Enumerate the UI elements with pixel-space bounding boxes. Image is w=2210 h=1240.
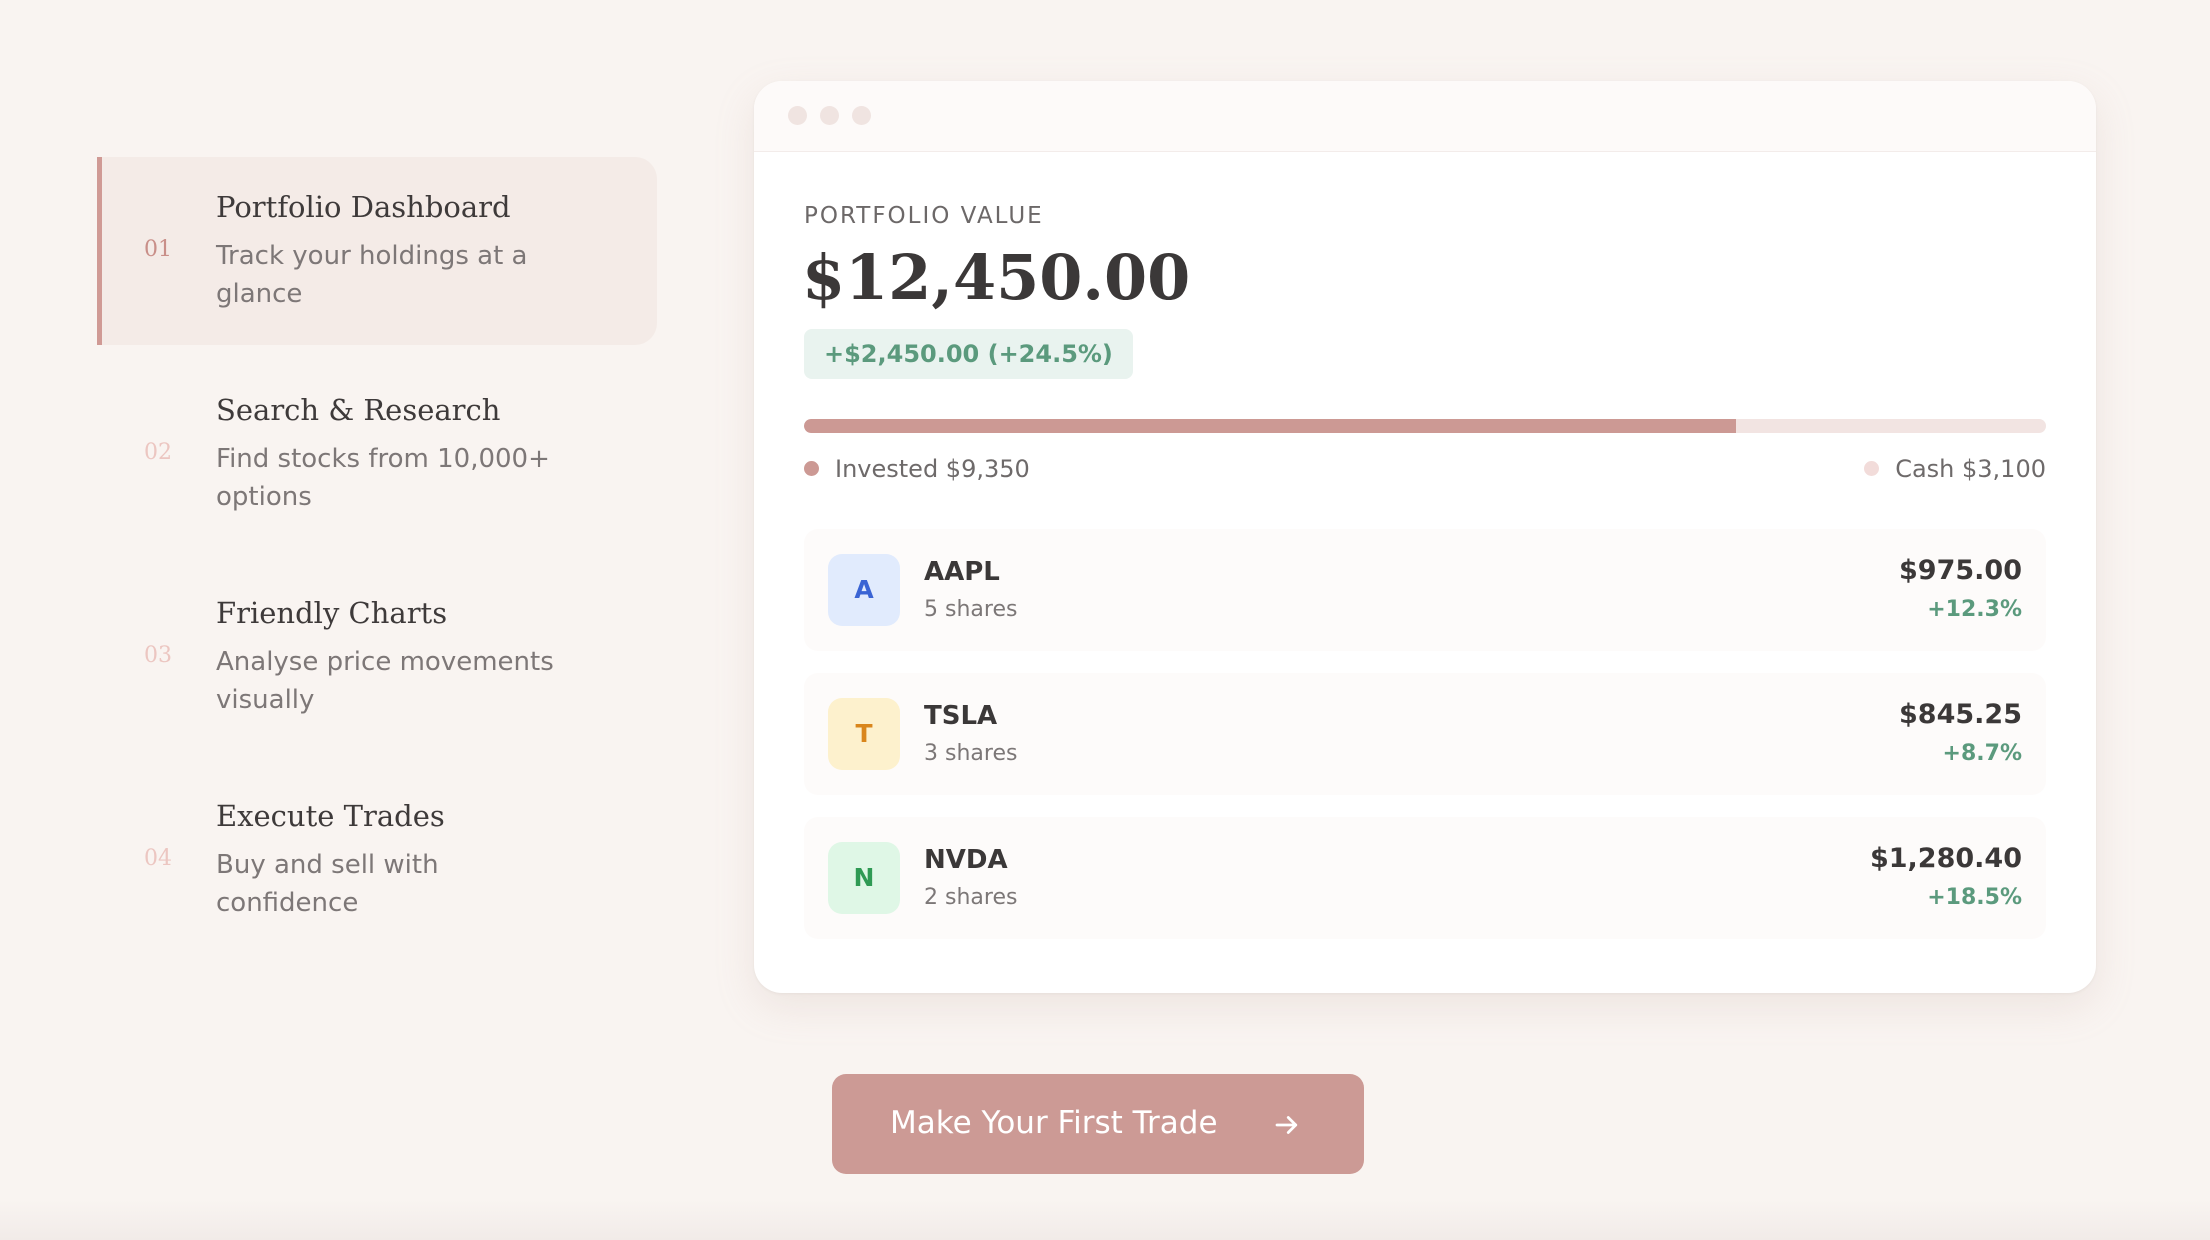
portfolio-card: PORTFOLIO VALUE $12,450.00 +$2,450.00 (+… bbox=[754, 81, 2096, 993]
window-header bbox=[754, 81, 2096, 152]
step-description: Analyse price movements visually bbox=[216, 647, 554, 715]
feature-steps: 01 Portfolio Dashboard Track your holdin… bbox=[97, 157, 657, 969]
legend-cash-label: Cash $3,100 bbox=[1895, 455, 2046, 483]
legend-invested: Invested $9,350 bbox=[804, 453, 1030, 485]
holding-value: $1,280.40 bbox=[1869, 843, 2022, 874]
step-portfolio-dashboard[interactable]: 01 Portfolio Dashboard Track your holdin… bbox=[97, 157, 657, 345]
step-number: 04 bbox=[144, 846, 172, 871]
legend-cash: Cash $3,100 bbox=[1864, 453, 2046, 485]
arrow-right-icon bbox=[1275, 1116, 1298, 1134]
share-count: 2 shares bbox=[924, 885, 1018, 910]
step-number: 03 bbox=[144, 643, 172, 668]
step-description: Track your holdings at a glance bbox=[216, 241, 528, 309]
holding-change: +8.7% bbox=[1942, 741, 2022, 766]
step-number: 02 bbox=[144, 440, 172, 465]
step-title: Execute Trades bbox=[216, 799, 445, 833]
holding-row[interactable]: A AAPL 5 shares $975.00 +12.3% bbox=[804, 529, 2046, 651]
portfolio-value: $12,450.00 bbox=[802, 241, 1191, 314]
step-description: Buy and sell with confidence bbox=[216, 850, 439, 918]
legend-invested-label: Invested $9,350 bbox=[835, 455, 1030, 483]
allocation-bar bbox=[804, 419, 2046, 433]
window-dot bbox=[820, 106, 839, 125]
page-bottom-shade bbox=[0, 1200, 2210, 1240]
share-count: 5 shares bbox=[924, 597, 1018, 622]
step-number: 01 bbox=[144, 237, 172, 262]
step-title: Search & Research bbox=[216, 393, 501, 427]
portfolio-value-label: PORTFOLIO VALUE bbox=[804, 203, 1044, 229]
holdings-list: A AAPL 5 shares $975.00 +12.3% T TSLA 3 … bbox=[804, 529, 2046, 961]
cash-dot-icon bbox=[1864, 460, 1880, 476]
ticker-avatar: T bbox=[828, 698, 900, 770]
holding-row[interactable]: N NVDA 2 shares $1,280.40 +18.5% bbox=[804, 817, 2046, 939]
make-first-trade-button[interactable]: Make Your First Trade bbox=[832, 1074, 1364, 1174]
holding-row[interactable]: T TSLA 3 shares $845.25 +8.7% bbox=[804, 673, 2046, 795]
holding-value: $975.00 bbox=[1899, 555, 2022, 586]
ticker-avatar: N bbox=[828, 842, 900, 914]
ticker-symbol: TSLA bbox=[924, 701, 998, 731]
share-count: 3 shares bbox=[924, 741, 1018, 766]
allocation-bar-invested bbox=[804, 419, 1736, 433]
ticker-symbol: AAPL bbox=[924, 557, 1000, 587]
ticker-symbol: NVDA bbox=[924, 845, 1008, 875]
step-title: Portfolio Dashboard bbox=[216, 190, 511, 224]
step-description: Find stocks from 10,000+ options bbox=[216, 444, 550, 512]
step-title: Friendly Charts bbox=[216, 596, 448, 630]
step-friendly-charts[interactable]: 03 Friendly Charts Analyse price movemen… bbox=[97, 563, 657, 751]
portfolio-change-badge: +$2,450.00 (+24.5%) bbox=[804, 329, 1133, 379]
step-execute-trades[interactable]: 04 Execute Trades Buy and sell with conf… bbox=[97, 766, 657, 954]
invested-dot-icon bbox=[804, 460, 819, 476]
window-dot bbox=[852, 106, 871, 125]
holding-change: +12.3% bbox=[1927, 597, 2022, 622]
holding-value: $845.25 bbox=[1899, 699, 2022, 730]
step-search-research[interactable]: 02 Search & Research Find stocks from 10… bbox=[97, 360, 657, 548]
cta-label: Make Your First Trade bbox=[890, 1105, 1218, 1141]
ticker-avatar: A bbox=[828, 554, 900, 626]
holding-change: +18.5% bbox=[1927, 885, 2022, 910]
window-dot bbox=[788, 106, 807, 125]
